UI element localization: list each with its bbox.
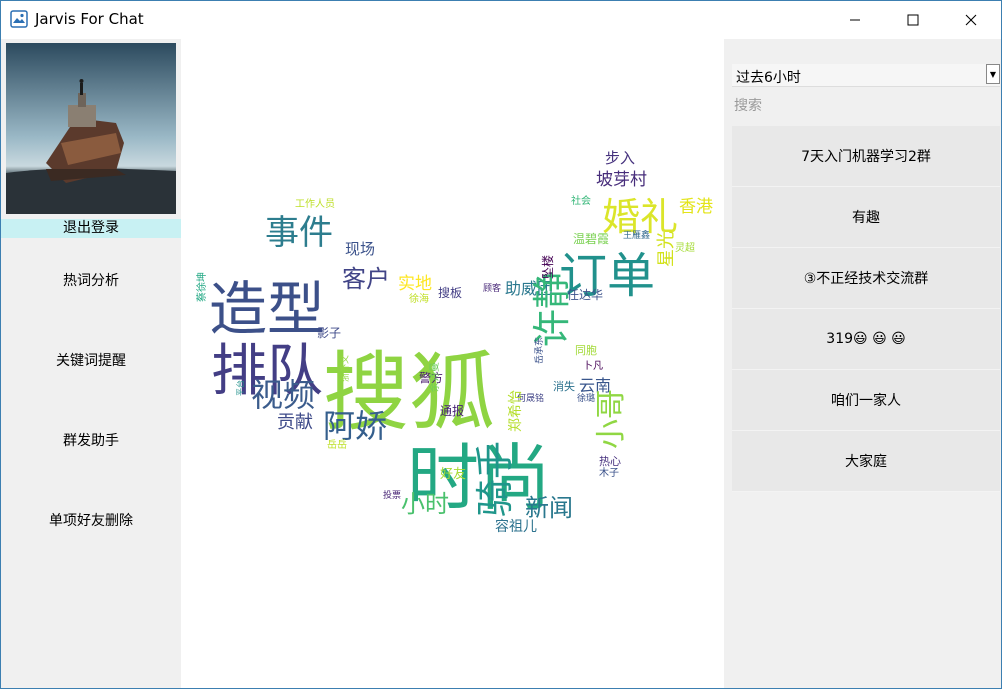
wordcloud-word: 岳承东 [533,337,545,364]
wordcloud-word: 现场 [345,240,375,258]
wordcloud-word: 工作人员 [295,198,335,210]
group-list: 7天入门机器学习2群 有趣 ③不正经技术交流群 319😃 😃 😃 咱们一家人 大… [732,126,1000,492]
wordcloud-word: 蔡徐坤 [195,272,208,302]
group-item[interactable]: 有趣 [732,187,1000,248]
wordcloud-word: 投票 [383,489,401,501]
wordcloud-word: 视频 [251,376,315,414]
nav-group-send-assistant[interactable]: 群发助手 [1,430,181,450]
wordcloud-word: 浙外义 [339,355,351,382]
wordcloud-word: 影子 [317,326,341,340]
wordcloud-word: 卜凡 [583,360,603,372]
logout-button[interactable]: 退出登录 [1,219,181,238]
wordcloud-word: 通报 [440,403,464,418]
wordcloud-word: 小时 [401,490,449,518]
title-bar: Jarvis For Chat [1,1,1001,39]
wordcloud-word: 好友 [440,466,466,482]
wordcloud-word: 顾客 [483,282,501,294]
right-panel: 过去6小时 ▼ 7天入门机器学习2群 有趣 ③不正经技术交流群 319😃 😃 😃… [724,39,1001,688]
close-icon [965,14,977,26]
time-range-select[interactable]: 过去6小时 ▼ [732,64,1000,87]
wordcloud-panel: 搜狐 时尚 造型 排队 订单 婚礼 事件 视频 阿娇 客户 新闻 小时 坡芽村 … [181,39,724,688]
wordcloud-word: 坠楼 [540,255,555,279]
maximize-icon [907,14,919,26]
wordcloud-word: 余诗曼 [428,362,441,392]
time-range-value: 过去6小时 [736,70,801,86]
app-window: Jarvis For Chat 退出登录 热词分析 关键词提醒 群发助手 单项好… [0,0,1002,689]
wordcloud-word: 社会 [571,194,591,207]
wordcloud-word: 岳岳 [327,439,347,451]
wordcloud-word: 灵超 [675,241,695,254]
wordcloud-word: 同胞 [575,344,597,357]
avatar-image [6,43,176,214]
maximize-button[interactable] [884,1,942,39]
group-item[interactable]: 咱们一家人 [732,370,1000,431]
search-input[interactable] [732,94,1000,118]
wordcloud-word: 香港 [679,197,713,217]
wordcloud-word: 徐海 [409,292,429,305]
avatar[interactable] [6,43,176,214]
wordcloud-word: 星光 [656,231,677,267]
wordcloud-word: 步入 [605,149,635,167]
app-icon [10,10,28,28]
wordcloud-word: 事件 [265,213,333,253]
wordcloud-word: 温碧霞 [573,232,609,246]
wordcloud-word: 容祖儿 [495,518,537,535]
wordcloud-word: 王雁鑫 [623,229,650,241]
wordcloud-word: 热心 [599,455,621,468]
wordcloud-word: 客户 [342,265,390,293]
wordcloud-word: 郑希怡 [508,390,524,432]
wordcloud-word: 平台 [235,380,245,396]
wordcloud: 搜狐 时尚 造型 排队 订单 婚礼 事件 视频 阿娇 客户 新闻 小时 坡芽村 … [195,149,713,535]
nav-keyword-reminder[interactable]: 关键词提醒 [1,350,181,370]
group-item[interactable]: 319😃 😃 😃 [732,309,1000,370]
wordcloud-word: 新闻 [525,494,573,522]
wordcloud-word: 消失 [553,379,575,393]
nav-hotword-analysis[interactable]: 热词分析 [1,270,181,290]
wordcloud-word: 徐璐 [577,392,595,404]
group-item[interactable]: 7天入门机器学习2群 [732,126,1000,187]
close-button[interactable] [942,1,1000,39]
wordcloud-word: 木子 [599,467,619,479]
minimize-button[interactable] [826,1,884,39]
wordcloud-word: 贡献 [277,412,313,433]
wordcloud-word: 实地 [398,274,432,294]
group-item[interactable]: ③不正经技术交流群 [732,248,1000,309]
group-item[interactable]: 大家庭 [732,431,1000,492]
sidebar: 退出登录 热词分析 关键词提醒 群发助手 单项好友删除 [1,39,181,688]
wordcloud-word: 许静 [530,271,574,347]
wordcloud-word: 小哥 [594,389,629,449]
wordcloud-word: 搜板 [438,285,462,300]
chevron-down-icon[interactable]: ▼ [986,64,1000,84]
wordcloud-word: 坡芽村 [596,170,647,190]
wordcloud-word: 造型 [209,275,325,343]
nav-friend-delete[interactable]: 单项好友删除 [1,510,181,530]
wordcloud-word: 骑手 [473,441,517,517]
window-title: Jarvis For Chat [35,10,144,28]
minimize-icon [850,19,860,21]
